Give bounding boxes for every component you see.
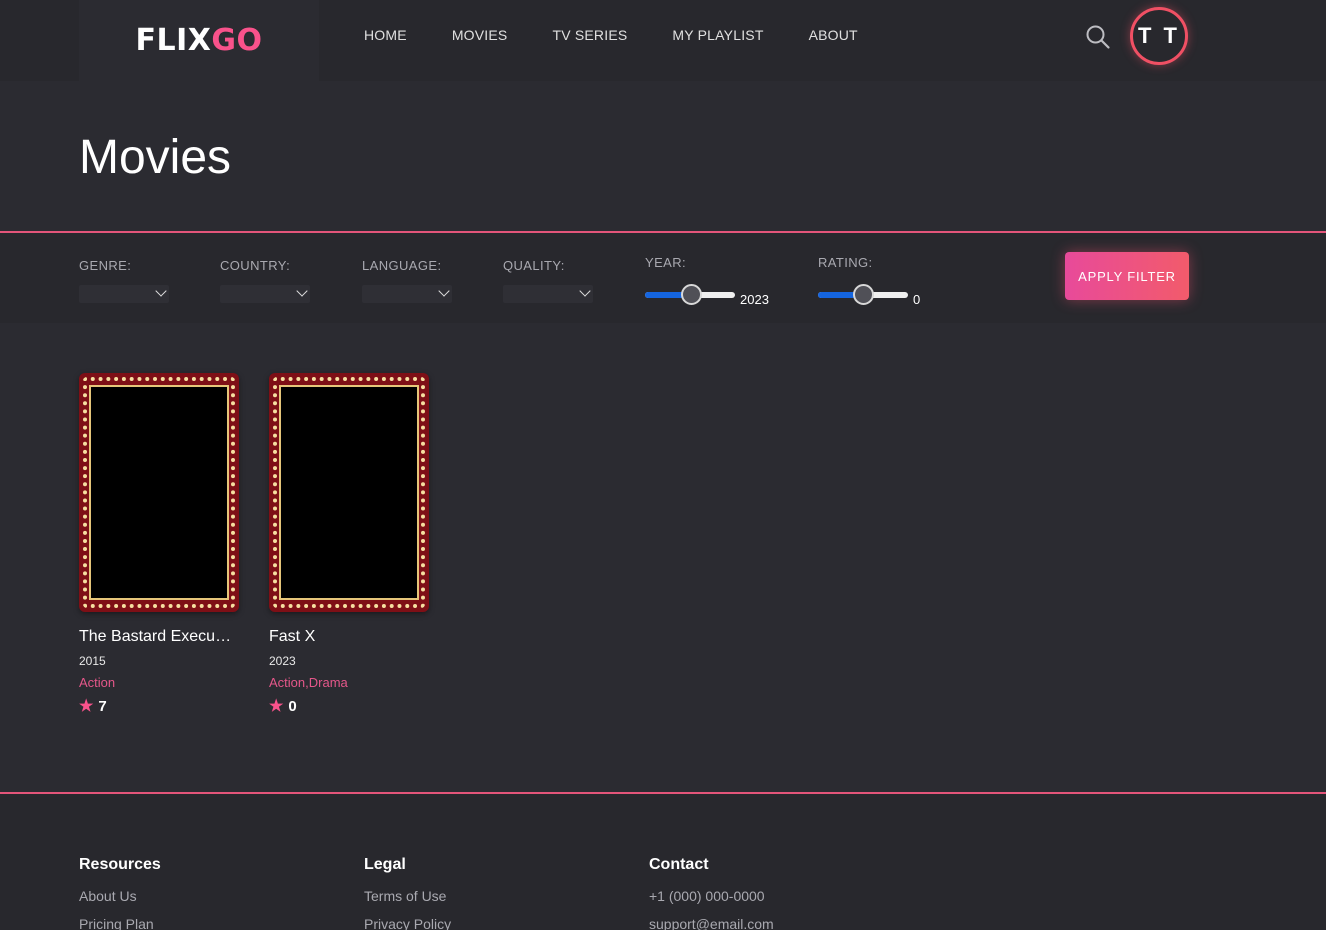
- rating-slider[interactable]: [818, 283, 908, 305]
- nav-my-playlist[interactable]: MY PLAYLIST: [672, 27, 763, 43]
- genre-filter: GENRE:: [79, 258, 169, 303]
- star-icon: ★: [269, 698, 284, 715]
- nav-about[interactable]: ABOUT: [809, 27, 858, 43]
- country-label: COUNTRY:: [220, 258, 291, 273]
- year-filter: YEAR: 2023: [645, 255, 769, 307]
- movie-card[interactable]: The Bastard Executioner 2015 Action ★ 7: [79, 373, 239, 716]
- poster-screen: [89, 385, 229, 600]
- footer-link-pricing-plan[interactable]: Pricing Plan: [79, 916, 161, 930]
- rating-value: 0: [288, 697, 297, 715]
- country-select[interactable]: [220, 285, 310, 303]
- year-slider[interactable]: [645, 283, 735, 305]
- main-nav: HOME MOVIES TV SERIES MY PLAYLIST ABOUT: [364, 27, 903, 43]
- country-filter: COUNTRY:: [220, 258, 310, 303]
- site-header: FLIXGO HOME MOVIES TV SERIES MY PLAYLIST…: [0, 0, 1326, 81]
- nav-home[interactable]: HOME: [364, 27, 407, 43]
- site-footer: Resources About Us Pricing Plan Legal Te…: [0, 792, 1326, 930]
- footer-legal: Legal Terms of Use Privacy Policy: [364, 856, 451, 930]
- page-title: Movies: [79, 131, 232, 184]
- user-avatar[interactable]: T T: [1130, 7, 1188, 65]
- footer-heading: Contact: [649, 856, 709, 873]
- year-label: YEAR:: [645, 255, 687, 270]
- quality-label: QUALITY:: [503, 258, 565, 273]
- footer-link-privacy[interactable]: Privacy Policy: [364, 916, 451, 930]
- search-icon[interactable]: [1085, 24, 1111, 50]
- year-value: 2023: [740, 292, 769, 307]
- movie-title[interactable]: The Bastard Executioner: [79, 628, 234, 646]
- star-icon: ★: [79, 698, 94, 715]
- footer-heading: Resources: [79, 856, 161, 873]
- chevron-down-icon: [438, 285, 450, 297]
- movie-rating: ★ 0: [269, 696, 429, 716]
- quality-select[interactable]: [503, 285, 593, 303]
- logo-text: FLIXGO: [135, 23, 262, 58]
- slider-thumb[interactable]: [853, 283, 874, 305]
- language-filter: LANGUAGE:: [362, 258, 452, 303]
- apply-filter-button[interactable]: APPLY FILTER: [1065, 252, 1189, 300]
- rating-label: RATING:: [818, 255, 873, 270]
- logo-part-go: GO: [211, 23, 263, 58]
- rating-value: 0: [913, 292, 921, 307]
- language-label: LANGUAGE:: [362, 258, 442, 273]
- chevron-down-icon: [155, 285, 167, 297]
- genre-select[interactable]: [79, 285, 169, 303]
- logo-part-flix: FLIX: [135, 23, 212, 58]
- movie-poster[interactable]: [79, 373, 239, 612]
- footer-link-terms[interactable]: Terms of Use: [364, 888, 451, 904]
- nav-tv-series[interactable]: TV SERIES: [552, 27, 627, 43]
- chevron-down-icon: [579, 285, 591, 297]
- quality-filter: QUALITY:: [503, 258, 593, 303]
- movie-poster[interactable]: [269, 373, 429, 612]
- logo[interactable]: FLIXGO: [79, 0, 319, 81]
- footer-email[interactable]: support@email.com: [649, 916, 774, 930]
- movie-year: 2023: [269, 654, 296, 668]
- language-select[interactable]: [362, 285, 452, 303]
- genre-label: GENRE:: [79, 258, 132, 273]
- slider-thumb[interactable]: [681, 283, 702, 305]
- footer-heading: Legal: [364, 856, 406, 873]
- movie-year: 2015: [79, 654, 106, 668]
- filter-bar: GENRE: COUNTRY: LANGUAGE: QUALITY: YEAR:…: [0, 231, 1326, 323]
- footer-contact: Contact +1 (000) 000-0000 support@email.…: [649, 856, 774, 930]
- movie-genres[interactable]: Action: [79, 675, 239, 690]
- poster-screen: [279, 385, 419, 600]
- chevron-down-icon: [296, 285, 308, 297]
- rating-filter: RATING: 0: [818, 255, 920, 307]
- movie-rating: ★ 7: [79, 696, 239, 716]
- movie-genres[interactable]: Action,Drama: [269, 675, 429, 690]
- movie-title[interactable]: Fast X: [269, 628, 424, 646]
- footer-link-about-us[interactable]: About Us: [79, 888, 161, 904]
- footer-resources: Resources About Us Pricing Plan: [79, 856, 161, 930]
- footer-phone[interactable]: +1 (000) 000-0000: [649, 888, 774, 904]
- rating-value: 7: [98, 697, 107, 715]
- nav-movies[interactable]: MOVIES: [452, 27, 508, 43]
- movie-card[interactable]: Fast X 2023 Action,Drama ★ 0: [269, 373, 429, 716]
